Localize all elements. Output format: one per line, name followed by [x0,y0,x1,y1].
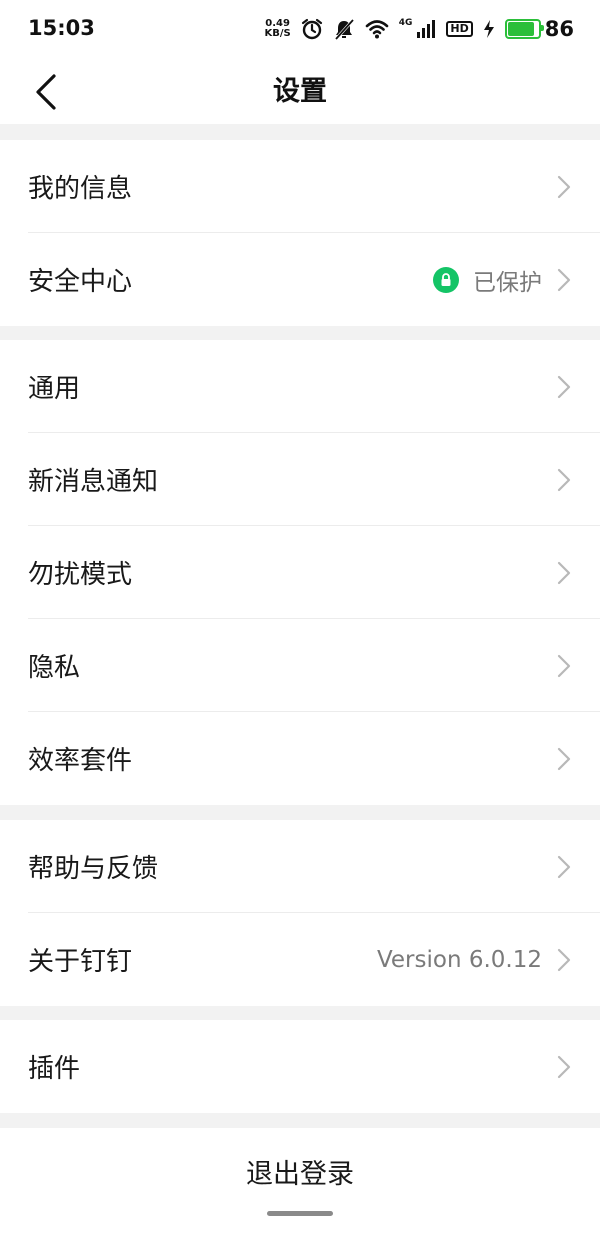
settings-group-plugins: 插件 [0,1020,600,1113]
settings-item-help-feedback[interactable]: 帮助与反馈 [0,820,600,913]
page-title: 设置 [273,76,327,107]
battery-level: 86 [544,17,574,41]
hd-icon: HD [446,21,473,37]
settings-item-label: 隐私 [28,653,81,683]
net-speed-unit: KB/S [264,28,291,39]
chevron-right-icon [557,1055,571,1078]
alarm-icon [301,18,322,40]
settings-item-notifications[interactable]: 新消息通知 [0,433,600,526]
chevron-right-icon [557,375,571,398]
wifi-icon [365,20,389,39]
status-icons: 0.49 KB/S 4G HD 86 [265,14,574,44]
chevron-right-icon [557,747,571,770]
home-indicator[interactable] [267,1211,333,1216]
settings-item-privacy[interactable]: 隐私 [0,619,600,712]
lock-icon [433,266,459,293]
logout-button[interactable]: 退出登录 [0,1152,600,1191]
chevron-right-icon [557,855,571,878]
settings-item-label: 勿扰模式 [28,560,133,590]
chevron-right-icon [557,268,571,291]
settings-group-general: 通用 新消息通知 勿扰模式 隐私 效率套件 [0,340,600,805]
settings-item-label: 效率套件 [28,746,133,776]
security-status: 已保护 [473,269,542,296]
settings-group-account: 我的信息 安全中心 已保护 [0,140,600,326]
chevron-right-icon [557,468,571,491]
settings-item-general[interactable]: 通用 [0,340,600,433]
nav-bar: 设置 [0,60,600,124]
mute-icon [334,18,354,40]
logout-section: 退出登录 [0,1128,600,1240]
settings-item-do-not-disturb[interactable]: 勿扰模式 [0,526,600,619]
settings-item-security-center[interactable]: 安全中心 已保护 [0,233,600,326]
settings-item-about[interactable]: 关于钉钉 Version 6.0.12 [0,913,600,1006]
chevron-right-icon [557,561,571,584]
status-time: 15:03 [28,16,95,40]
chevron-right-icon [557,654,571,677]
settings-item-label: 帮助与反馈 [28,854,159,884]
settings-item-my-info[interactable]: 我的信息 [0,140,600,233]
version-text: Version 6.0.12 [376,946,542,973]
settings-item-label: 插件 [28,1054,81,1084]
net-speed: 0.49 KB/S [265,19,291,39]
settings-item-label: 安全中心 [28,267,133,297]
settings-item-label: 通用 [28,374,81,404]
chevron-right-icon [557,948,571,971]
settings-item-label: 新消息通知 [28,467,159,497]
settings-item-efficiency-suite[interactable]: 效率套件 [0,712,600,805]
settings-item-label: 关于钉钉 [28,947,133,977]
settings-item-label: 我的信息 [28,174,133,204]
chevron-right-icon [557,175,571,198]
charging-icon [483,20,494,38]
signal-type: 4G [398,18,413,28]
battery: 86 [504,17,574,41]
signal-icon [417,20,436,38]
battery-icon [504,19,544,39]
settings-group-help: 帮助与反馈 关于钉钉 Version 6.0.12 [0,820,600,1006]
settings-item-plugins[interactable]: 插件 [0,1020,600,1113]
status-bar: 15:03 0.49 KB/S 4G HD 86 [0,0,600,60]
